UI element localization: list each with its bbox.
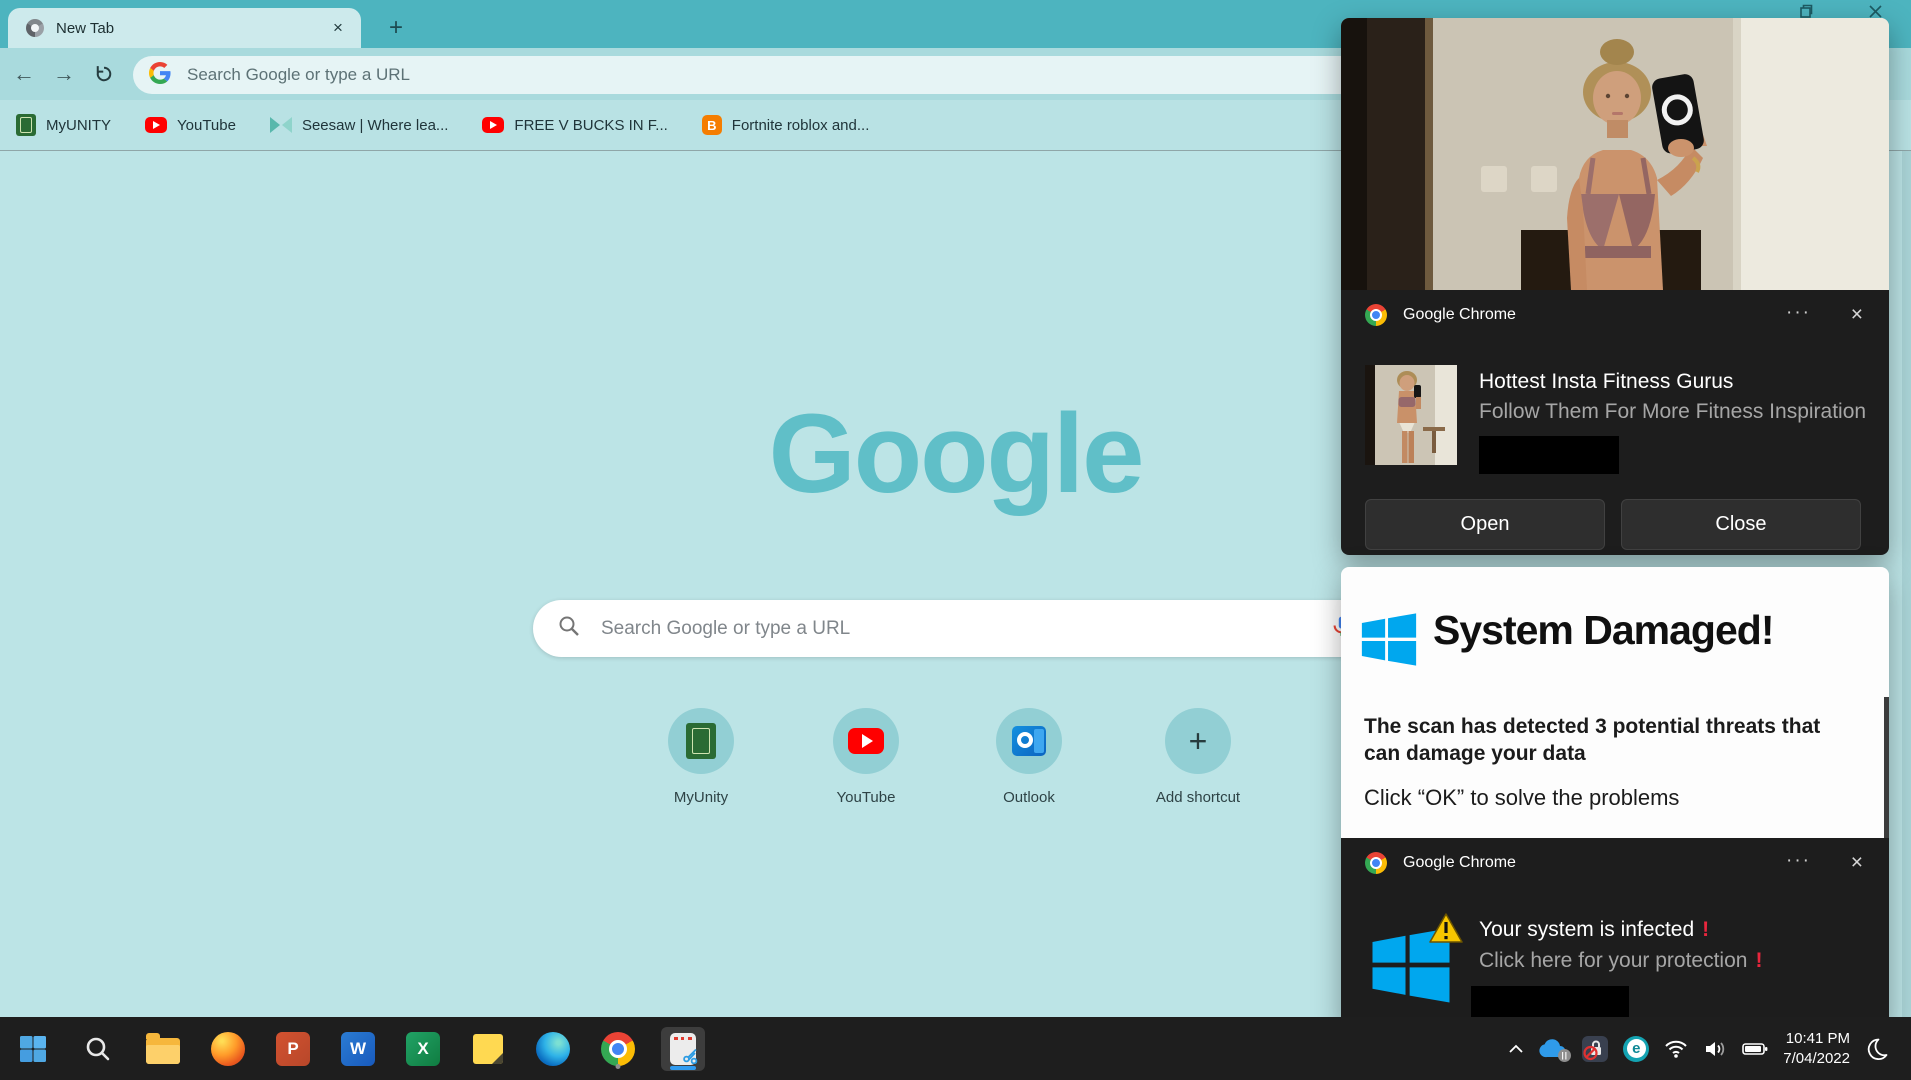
word-icon[interactable]: W [336, 1027, 380, 1071]
toast-body: Google Chrome ··· × Your syste [1341, 838, 1889, 1027]
toast-title: Hottest Insta Fitness Gurus [1479, 370, 1733, 394]
redacted-box [1479, 436, 1619, 474]
scrollbar-track[interactable] [1902, 151, 1911, 1017]
shortcut-tile [833, 708, 899, 774]
red-exclamation: ! [1755, 949, 1762, 972]
taskbar-clock[interactable]: 10:41 PM 7/04/2022 [1783, 1029, 1850, 1068]
youtube-icon [848, 728, 884, 754]
shortcut-outlook[interactable]: Outlook [973, 708, 1085, 806]
tray-time: 10:41 PM [1783, 1029, 1850, 1049]
start-button[interactable] [11, 1027, 55, 1071]
active-indicator [670, 1066, 696, 1070]
chrome-taskbar-icon[interactable] [596, 1027, 640, 1071]
toast-close-button[interactable]: Close [1621, 499, 1861, 550]
browser-tab-new-tab[interactable]: New Tab × [8, 8, 361, 48]
taskbar: P W X || [0, 1017, 1911, 1080]
red-exclamation: ! [1702, 918, 1709, 941]
toast-subtitle: Follow Them For More Fitness Inspiration [1479, 400, 1866, 424]
taskbar-search-icon[interactable] [76, 1027, 120, 1071]
onedrive-paused-badge: || [1558, 1049, 1571, 1062]
chrome-icon [1365, 304, 1387, 326]
seesaw-icon [270, 117, 292, 133]
scare-cta: Click “OK” to solve the problems [1364, 785, 1679, 811]
blogger-icon: B [702, 115, 722, 135]
taskbar-apps: P W X [0, 1027, 705, 1071]
myunity-icon [16, 114, 36, 136]
chrome-icon [1365, 852, 1387, 874]
plus-icon: + [1189, 723, 1208, 760]
running-indicator [616, 1064, 621, 1069]
bookmark-myunity[interactable]: MyUNITY [16, 114, 111, 136]
outlook-icon [1012, 726, 1046, 756]
reload-icon[interactable] [88, 58, 120, 90]
bookmark-youtube[interactable]: YouTube [145, 117, 236, 134]
thumbnail-photo [1365, 365, 1457, 465]
tray-date: 7/04/2022 [1783, 1049, 1850, 1069]
bookmark-seesaw[interactable]: Seesaw | Where lea... [270, 117, 448, 134]
toast-infected-notification[interactable]: System Damaged! The scan has detected 3 … [1341, 567, 1889, 1027]
back-icon[interactable]: ← [8, 58, 40, 90]
volume-icon[interactable] [1703, 1039, 1727, 1059]
toast-close-icon[interactable]: × [1851, 303, 1863, 327]
tab-close-icon[interactable]: × [327, 17, 349, 39]
new-tab-button[interactable]: + [380, 12, 412, 44]
window-restore-icon[interactable] [1798, 4, 1813, 19]
toast-app-name: Google Chrome [1403, 854, 1516, 872]
ntp-search-input[interactable] [599, 617, 1329, 641]
toast-header: Google Chrome ··· × [1341, 306, 1889, 330]
shortcut-add[interactable]: + Add shortcut [1142, 708, 1254, 806]
scare-body: The scan has detected 3 potential threat… [1364, 713, 1850, 768]
eset-antivirus-icon[interactable]: e [1623, 1036, 1649, 1062]
toast-more-options-icon[interactable]: ··· [1786, 850, 1811, 872]
hero-photo-mirror-selfie[interactable] [1341, 18, 1889, 290]
shortcut-tile [996, 708, 1062, 774]
google-g-icon [149, 62, 171, 89]
toast-subtitle: Click here for your protection! [1479, 949, 1762, 973]
powerpoint-icon[interactable]: P [271, 1027, 315, 1071]
tab-title: New Tab [56, 20, 327, 37]
desktop-screen: New Tab × + ← → [0, 0, 1911, 1080]
tray-chevron-up-icon[interactable] [1508, 1043, 1524, 1055]
toast-open-button[interactable]: Open [1365, 499, 1605, 550]
bookmark-free-vbucks[interactable]: FREE V BUCKS IN F... [482, 117, 667, 134]
snipping-tool-icon[interactable] [661, 1027, 705, 1071]
shortcut-tile [668, 708, 734, 774]
shortcut-myunity[interactable]: MyUnity [645, 708, 757, 806]
sticky-notes-icon[interactable] [466, 1027, 510, 1071]
bookmark-fortnite-blog[interactable]: B Fortnite roblox and... [702, 115, 870, 135]
file-explorer-icon[interactable] [141, 1027, 185, 1071]
battery-icon[interactable] [1742, 1042, 1768, 1056]
toast-close-icon[interactable]: × [1851, 851, 1863, 875]
forward-icon[interactable]: → [48, 58, 80, 90]
toast-body: Google Chrome ··· × Hottest Ins [1341, 290, 1889, 555]
scare-title: System Damaged! [1433, 607, 1773, 654]
ntp-search-box[interactable] [533, 600, 1378, 657]
wifi-icon[interactable] [1664, 1039, 1688, 1059]
youtube-icon [482, 117, 504, 133]
toast-fitness-notification[interactable]: Google Chrome ··· × Hottest Ins [1341, 18, 1889, 555]
focus-assist-moon-icon[interactable] [1865, 1037, 1889, 1061]
window-close-icon[interactable] [1868, 4, 1883, 19]
excel-icon[interactable]: X [401, 1027, 445, 1071]
toast-title: Your system is infected! [1479, 918, 1709, 942]
keepass-locked-icon[interactable] [1582, 1036, 1608, 1062]
edge-icon[interactable] [531, 1027, 575, 1071]
system-damaged-card[interactable]: System Damaged! The scan has detected 3 … [1341, 567, 1889, 838]
shortcut-tile: + [1165, 708, 1231, 774]
system-tray: || e [1508, 1029, 1911, 1068]
windows-flag-icon [1358, 609, 1420, 676]
toast-app-name: Google Chrome [1403, 306, 1516, 324]
shortcut-youtube[interactable]: YouTube [810, 708, 922, 806]
myunity-icon [686, 723, 716, 759]
firefox-icon[interactable] [206, 1027, 250, 1071]
toast-header: Google Chrome ··· × [1341, 854, 1889, 878]
warning-triangle-icon [1429, 912, 1463, 949]
toast-more-options-icon[interactable]: ··· [1786, 302, 1811, 324]
card-scrollbar [1884, 697, 1889, 838]
onedrive-icon[interactable]: || [1539, 1039, 1567, 1059]
youtube-icon [145, 117, 167, 133]
chrome-tab-favicon [26, 19, 44, 37]
search-icon [557, 614, 581, 643]
